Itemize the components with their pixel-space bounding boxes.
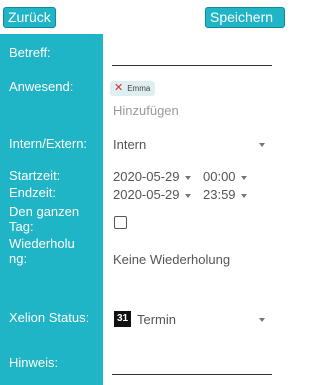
- recurrence-select[interactable]: Keine Wiederholung: [113, 252, 230, 267]
- chevron-down-icon[interactable]: [259, 318, 265, 322]
- wiederholung-label-line2: ng:: [9, 251, 28, 266]
- attendee-name: Emma: [127, 84, 151, 93]
- chevron-down-icon: [240, 175, 247, 180]
- back-button[interactable]: Zurück: [3, 7, 56, 28]
- hinweis-label: Hinweis:: [9, 355, 59, 370]
- chevron-down-icon: [240, 193, 247, 198]
- end-time-select[interactable]: 23:59: [203, 187, 247, 202]
- remove-icon[interactable]: ✕: [114, 81, 123, 96]
- endzeit-label: Endzeit:: [9, 185, 56, 200]
- chevron-down-icon: [184, 175, 191, 180]
- ganzer-tag-label-line2: Tag:: [9, 219, 34, 234]
- start-time-select[interactable]: 00:00: [203, 169, 247, 184]
- add-attendee-input[interactable]: Hinzufügen: [113, 103, 179, 118]
- intern-extern-select[interactable]: Intern: [113, 137, 146, 152]
- betreff-label: Betreff:: [9, 45, 51, 60]
- wiederholung-label-line1: Wiederholu: [9, 236, 75, 251]
- startzeit-label: Startzeit:: [9, 168, 61, 183]
- intern-extern-label: Intern/Extern:: [9, 136, 88, 151]
- hinweis-input[interactable]: [112, 374, 272, 375]
- end-date-select[interactable]: 2020-05-29: [113, 187, 191, 202]
- betreff-input[interactable]: [112, 65, 272, 66]
- attendee-chip[interactable]: ✕ Emma: [110, 81, 156, 96]
- anwesend-label: Anwesend:: [9, 79, 74, 94]
- label-column: Betreff: Anwesend: Intern/Extern: Startz…: [0, 34, 103, 385]
- status-select[interactable]: Termin: [137, 312, 176, 327]
- ganzer-tag-label-line1: Den ganzen: [9, 204, 80, 219]
- start-date-select[interactable]: 2020-05-29: [113, 169, 191, 184]
- all-day-checkbox[interactable]: [114, 216, 127, 229]
- calendar-icon: 31: [114, 311, 131, 327]
- top-toolbar: Zurück Speichern: [0, 0, 285, 34]
- end-time-value: 23:59: [203, 187, 236, 202]
- start-time-value: 00:00: [203, 169, 236, 184]
- save-button[interactable]: Speichern: [205, 7, 285, 28]
- end-date-value: 2020-05-29: [113, 187, 180, 202]
- chevron-down-icon: [184, 193, 191, 198]
- start-date-value: 2020-05-29: [113, 169, 180, 184]
- status-label: Xelion Status:: [9, 310, 90, 325]
- chevron-down-icon[interactable]: [259, 143, 265, 147]
